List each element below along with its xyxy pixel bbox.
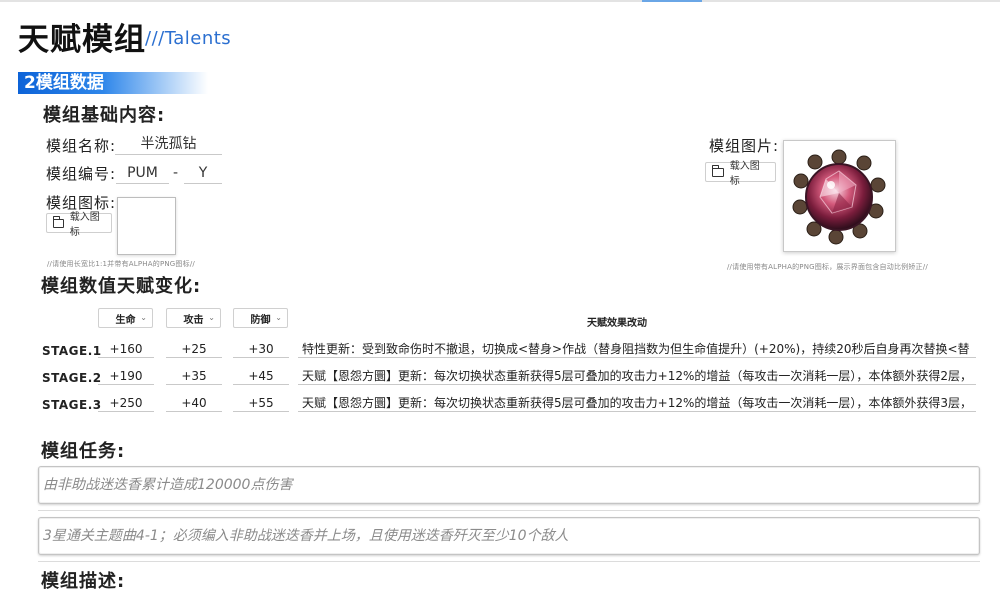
folder-icon — [711, 164, 724, 177]
chevron-down-icon: ⌄ — [275, 313, 282, 322]
module-image-label: 模组图片: — [709, 137, 780, 155]
chevron-down-icon: ⌄ — [140, 313, 147, 322]
module-image-preview[interactable] — [783, 140, 896, 252]
stage-hp-input[interactable]: +250 — [98, 394, 154, 412]
top-accent — [642, 0, 702, 2]
section-header: 2模组数据 — [18, 72, 208, 94]
tasks-heading: 模组任务: — [41, 441, 126, 462]
top-border — [0, 0, 1000, 2]
stage-label: STAGE.1 — [42, 344, 102, 358]
stage-hp-input[interactable]: +190 — [98, 367, 154, 385]
effect-column-header: 天赋效果改动 — [587, 318, 647, 329]
stage-def-input[interactable]: +55 — [233, 394, 289, 412]
stage-atk-input[interactable]: +35 — [166, 367, 222, 385]
stage-atk-input[interactable]: +40 — [166, 394, 222, 412]
stage-effect-input[interactable]: 特性更新：受到致命伤时不撤退，切换成<替身>作战（替身阻挡数为但生命值提升）(+… — [298, 340, 976, 358]
column-select-hp[interactable]: 生命 ⌄ — [98, 308, 153, 328]
load-image-button-label: 载入图标 — [729, 161, 760, 187]
module-code-separator: - — [173, 165, 179, 181]
page-title: 天赋模组 — [18, 22, 146, 58]
stats-heading: 模组数值天赋变化: — [41, 276, 202, 297]
icon-hint: //请使用长宽比1:1并带有ALPHA的PNG图标// — [47, 260, 195, 268]
stage-def-input[interactable]: +45 — [233, 367, 289, 385]
description-heading: 模组描述: — [41, 571, 126, 591]
stage-effect-input[interactable]: 天赋【恩怨方圜】更新：每次切换状态重新获得5层可叠加的攻击力+12%的增益（每攻… — [298, 367, 976, 385]
module-code-label: 模组编号: — [46, 165, 117, 183]
basic-content-heading: 模组基础内容: — [43, 105, 166, 126]
module-icon-preview[interactable] — [117, 197, 176, 255]
image-hint: //请使用带有ALPHA的PNG图标，展示界面包含自动比例矫正// — [727, 263, 928, 271]
module-name-label: 模组名称: — [46, 137, 117, 155]
stage-hp-input[interactable]: +160 — [98, 340, 154, 358]
stage-effect-input[interactable]: 天赋【恩怨方圜】更新：每次切换状态重新获得5层可叠加的攻击力+12%的增益（每攻… — [298, 394, 976, 412]
column-select-atk-label: 攻击 — [183, 314, 204, 326]
folder-icon — [52, 215, 64, 228]
chevron-down-icon: ⌄ — [208, 313, 215, 322]
column-select-def-label: 防御 — [250, 314, 271, 326]
stage-label: STAGE.3 — [42, 398, 102, 412]
module-code-prefix-input[interactable]: PUM — [116, 164, 169, 184]
task-input-2[interactable]: 3星通关主题曲4-1；必须编入非助战迷迭香并上场，且使用迷迭香歼灭至少10个敌人 — [38, 517, 980, 555]
column-select-hp-label: 生命 — [115, 314, 136, 326]
load-icon-button[interactable]: 载入图标 — [46, 212, 112, 238]
module-code-suffix-input[interactable]: Y — [184, 164, 222, 184]
task-input-1[interactable]: 由非助战迷迭香累计造成120000点伤害 — [38, 466, 980, 504]
module-name-input[interactable]: 半洗孤钻 — [115, 135, 222, 155]
gem-image — [792, 149, 886, 245]
task-divider — [38, 510, 980, 511]
stage-label: STAGE.2 — [42, 371, 102, 385]
load-image-button[interactable]: 载入图标 — [705, 161, 776, 187]
stage-def-input[interactable]: +30 — [233, 340, 289, 358]
task-divider — [38, 561, 980, 562]
load-icon-button-label: 载入图标 — [69, 212, 100, 238]
section-header-label: 2模组数据 — [24, 73, 104, 93]
page-subtitle: ///Talents — [145, 28, 232, 49]
column-select-def[interactable]: 防御 ⌄ — [233, 308, 288, 328]
column-select-atk[interactable]: 攻击 ⌄ — [166, 308, 221, 328]
stage-atk-input[interactable]: +25 — [166, 340, 222, 358]
